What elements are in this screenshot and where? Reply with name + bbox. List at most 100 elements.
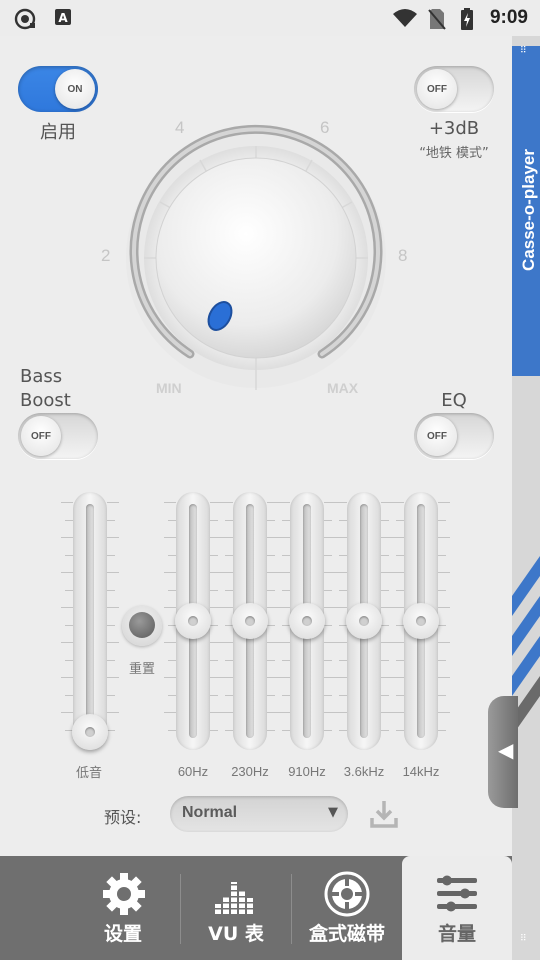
eq-band-tick xyxy=(210,519,218,521)
eq-band-tick xyxy=(381,659,389,661)
nav-cassette-label: 盒式磁带 xyxy=(308,923,385,945)
battery-charging-icon xyxy=(460,8,480,30)
eq-band-tick xyxy=(267,519,275,521)
eq-band-tick xyxy=(438,537,450,538)
eq-band-tick xyxy=(396,589,404,591)
nav-settings[interactable]: 设置 xyxy=(68,856,178,960)
eq-band-tick xyxy=(381,694,389,696)
eq-band-tick xyxy=(282,589,290,591)
eq-band-tick xyxy=(221,537,233,538)
eq-toggle[interactable]: OFF xyxy=(414,413,494,459)
bass-slider-tick xyxy=(107,712,119,713)
eq-band-tick xyxy=(168,519,176,521)
eq-band-tick xyxy=(210,624,218,626)
eq-band-tick xyxy=(381,589,389,591)
eq-band-tick xyxy=(267,554,275,556)
nav-vu-meter[interactable]: VU 表 xyxy=(181,856,291,960)
eq-band-label: 60Hz xyxy=(177,764,209,779)
eq-band-tick xyxy=(438,554,446,556)
bass-label: 低音 xyxy=(75,765,102,780)
reset-button-cap xyxy=(129,612,155,638)
eq-band-tick xyxy=(438,677,450,678)
save-download-icon[interactable] xyxy=(368,798,400,834)
bass-slider-tick xyxy=(65,694,73,696)
eq-band-tick xyxy=(225,589,233,591)
bass-slider-tick xyxy=(61,677,73,678)
eq-band-tick xyxy=(396,554,404,556)
side-panel-title: Casse-o-player xyxy=(519,149,538,271)
enable-toggle-knob: ON xyxy=(55,69,95,109)
eq-band-tick xyxy=(438,642,450,643)
eq-band-tick xyxy=(168,659,176,661)
eq-band-tick xyxy=(392,607,404,608)
eq-band-slider-thumb[interactable] xyxy=(403,603,439,639)
eq-band-slider-thumb[interactable] xyxy=(232,603,268,639)
eq-band-tick xyxy=(282,554,290,556)
bass-slider-tick xyxy=(65,659,73,661)
nav-volume[interactable]: 音量 xyxy=(402,856,512,960)
bass-slider-tick xyxy=(107,572,119,573)
eq-band-tick xyxy=(396,659,404,661)
volume-knob[interactable] xyxy=(120,122,392,394)
dial-scale-8: 8 xyxy=(398,246,408,265)
eq-band-tick xyxy=(210,694,218,696)
eq-band-tick xyxy=(324,694,332,696)
eq-band-tick xyxy=(225,729,233,731)
eq-band-tick xyxy=(438,607,450,608)
eq-band-tick xyxy=(267,729,275,731)
eq-band-tick xyxy=(225,659,233,661)
bass-slider-tick xyxy=(61,572,73,573)
plus3db-toggle[interactable]: OFF xyxy=(414,66,494,112)
bass-slider-tick xyxy=(61,642,73,643)
dropdown-arrow-icon: ▼ xyxy=(328,805,338,820)
eq-band-tick xyxy=(278,642,290,643)
eq-band-tick xyxy=(225,519,233,521)
eq-band-tick xyxy=(438,712,450,713)
nav-vu-meter-label: VU 表 xyxy=(208,923,264,945)
eq-band-tick xyxy=(392,712,404,713)
eq-band-tick xyxy=(335,642,347,643)
eq-band-tick xyxy=(392,537,404,538)
eq-band-tick xyxy=(282,659,290,661)
no-sim-icon xyxy=(428,8,448,30)
eq-band-slider-thumb[interactable] xyxy=(289,603,325,639)
eq-band-tick xyxy=(221,642,233,643)
bass-slider-tick xyxy=(61,607,73,608)
eq-band-tick xyxy=(221,502,233,503)
eq-band-tick xyxy=(221,607,233,608)
eq-band-slider-thumb[interactable] xyxy=(346,603,382,639)
eq-band-tick xyxy=(438,659,446,661)
bass-slider-thumb[interactable] xyxy=(72,714,108,750)
bass-slider-tick xyxy=(65,519,73,521)
eq-band-tick xyxy=(324,729,332,731)
subway-mode-label: “地铁 模式” xyxy=(419,146,489,161)
reset-button[interactable] xyxy=(122,606,162,646)
eq-band-tick xyxy=(438,624,446,626)
eq-band-tick xyxy=(392,572,404,573)
eq-band-tick xyxy=(168,554,176,556)
eq-band-slider-thumb[interactable] xyxy=(175,603,211,639)
eq-band-tick xyxy=(278,677,290,678)
volume-panel: ON 启用 OFF +3dB “地铁 模式” 2 4 6 8 MIN MAX B… xyxy=(0,36,512,856)
vu-meter-icon xyxy=(213,870,259,920)
bottom-nav: 设置 VU 表 盒式磁带 音量 xyxy=(0,856,512,960)
grip-dots-bottom-icon: ⠿ xyxy=(520,934,527,944)
svg-text:A: A xyxy=(58,11,68,25)
eq-band-tick xyxy=(267,659,275,661)
eq-band-tick xyxy=(438,694,446,696)
eq-band-tick xyxy=(225,554,233,556)
preset-dropdown[interactable]: Normal ▼ xyxy=(170,796,348,832)
chevron-left-icon: ◀ xyxy=(498,738,514,762)
bass-boost-toggle[interactable]: OFF xyxy=(18,413,98,459)
eq-band-tick xyxy=(221,572,233,573)
bass-slider-track[interactable] xyxy=(73,492,107,750)
eq-band-tick xyxy=(278,537,290,538)
side-panel-tab[interactable]: ◀ xyxy=(488,696,518,808)
eq-band-tick xyxy=(335,502,347,503)
eq-band-tick xyxy=(164,537,176,538)
eq-band-tick xyxy=(324,589,332,591)
nav-cassette[interactable]: 盒式磁带 xyxy=(292,856,402,960)
eq-band-tick xyxy=(335,537,347,538)
eq-band-tick xyxy=(267,694,275,696)
enable-toggle[interactable]: ON xyxy=(18,66,98,112)
